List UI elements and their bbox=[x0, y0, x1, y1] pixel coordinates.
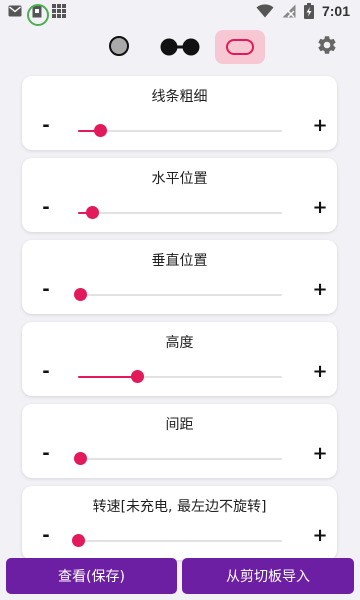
gray-dot-mode-icon[interactable] bbox=[109, 36, 129, 56]
no-signal-icon bbox=[282, 4, 296, 18]
decrease-button[interactable]: - bbox=[36, 116, 56, 136]
setting-label: 线条粗细 bbox=[151, 89, 208, 105]
slider-thumb[interactable] bbox=[74, 288, 88, 301]
pill-mode-button[interactable] bbox=[215, 30, 265, 64]
grid-icon bbox=[52, 4, 66, 18]
slider-thumb[interactable] bbox=[94, 124, 108, 137]
gear-icon[interactable] bbox=[316, 34, 338, 56]
slider-thumb[interactable] bbox=[86, 206, 100, 219]
increase-button[interactable]: + bbox=[310, 444, 330, 464]
decrease-button[interactable]: - bbox=[36, 526, 56, 546]
increase-button[interactable]: + bbox=[310, 116, 330, 136]
slider-thumb[interactable] bbox=[131, 370, 145, 383]
status-bar: 7:01 bbox=[0, 0, 360, 26]
slider-thumb[interactable] bbox=[72, 534, 85, 547]
slider-thumb[interactable] bbox=[74, 452, 88, 465]
slider-track[interactable] bbox=[72, 534, 282, 547]
setting-label: 转速[未充电, 最左边不旋转] bbox=[92, 499, 267, 515]
setting-label: 高度 bbox=[165, 335, 194, 351]
setting-card-rotation-speed: 转速[未充电, 最左边不旋转] - + bbox=[22, 486, 337, 560]
slider-track[interactable] bbox=[78, 370, 282, 383]
status-time: 7:01 bbox=[321, 3, 350, 19]
touch-indicator bbox=[27, 4, 49, 26]
setting-card-horizontal-position: 水平位置 - + bbox=[22, 158, 337, 232]
status-right-icons: 7:01 bbox=[256, 3, 350, 19]
slider-track[interactable] bbox=[78, 206, 282, 219]
wifi-icon bbox=[256, 4, 274, 18]
setting-card-height: 高度 - + bbox=[22, 322, 337, 396]
increase-button[interactable]: + bbox=[310, 280, 330, 300]
decrease-button[interactable]: - bbox=[36, 198, 56, 218]
import-clipboard-button[interactable]: 从剪切板导入 bbox=[182, 558, 354, 594]
mode-selector bbox=[0, 30, 360, 66]
increase-button[interactable]: + bbox=[310, 362, 330, 382]
slider-fill bbox=[78, 376, 138, 378]
battery-charging-icon bbox=[303, 3, 314, 19]
increase-button[interactable]: + bbox=[310, 198, 330, 218]
view-save-button[interactable]: 查看(保存) bbox=[6, 558, 177, 594]
decrease-button[interactable]: - bbox=[36, 280, 56, 300]
slider-track[interactable] bbox=[78, 124, 282, 137]
slider-track[interactable] bbox=[74, 452, 282, 465]
decrease-button[interactable]: - bbox=[36, 362, 56, 382]
increase-button[interactable]: + bbox=[310, 526, 330, 546]
pill-mode-icon bbox=[226, 39, 254, 55]
setting-card-spacing: 间距 - + bbox=[22, 404, 337, 478]
setting-label: 间距 bbox=[165, 417, 194, 433]
glasses-mode-icon[interactable] bbox=[160, 37, 200, 57]
mail-icon bbox=[8, 5, 22, 17]
setting-card-line-thickness: 线条粗细 - + bbox=[22, 76, 337, 150]
decrease-button[interactable]: - bbox=[36, 444, 56, 464]
slider-track[interactable] bbox=[74, 288, 282, 301]
setting-label: 垂直位置 bbox=[151, 253, 208, 269]
setting-label: 水平位置 bbox=[151, 171, 208, 187]
setting-card-vertical-position: 垂直位置 - + bbox=[22, 240, 337, 314]
